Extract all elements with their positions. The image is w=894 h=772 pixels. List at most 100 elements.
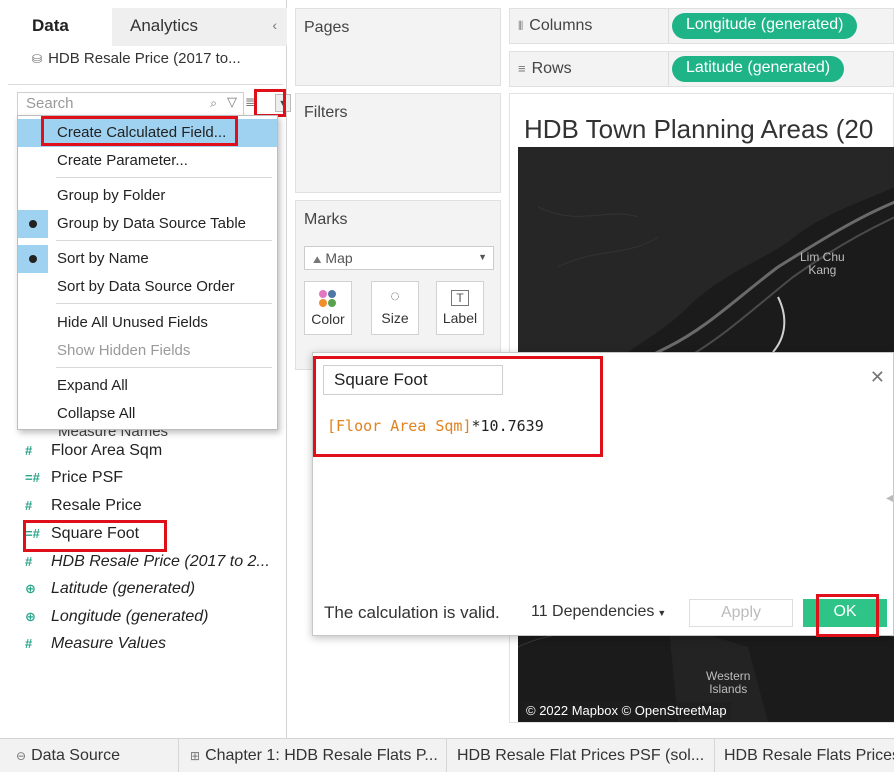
formula-expression: *10.7639 xyxy=(471,417,544,435)
menu-item-group-by-data-source-table[interactable]: Group by Data Source Table xyxy=(18,210,277,238)
tab-chapter-1[interactable]: ⊞ Chapter 1: HDB Resale Flats P... xyxy=(190,739,447,772)
menu-item-label: Sort by Data Source Order xyxy=(57,278,235,295)
formula-editor[interactable]: [Floor Area Sqm]*10.7639 xyxy=(327,417,544,435)
tab-hdb-resale-flats-prices[interactable]: HDB Resale Flats Prices xyxy=(724,739,894,772)
menu-item-sort-by-name[interactable]: Sort by Name xyxy=(18,245,277,273)
filter-icon[interactable]: ▽ xyxy=(227,94,237,110)
rows-pill-latitude[interactable]: Latitude (generated) xyxy=(672,56,845,82)
menu-item-collapse-all[interactable]: Collapse All xyxy=(18,400,277,428)
menu-separator xyxy=(56,303,272,304)
menu-item-group-by-folder[interactable]: Group by Folder xyxy=(18,182,277,210)
field-floor-area-sqm[interactable]: # Floor Area Sqm xyxy=(25,442,287,468)
filters-shelf[interactable]: Filters xyxy=(295,93,501,193)
label-button-label: Label xyxy=(442,310,478,326)
dropdown-menu-button[interactable]: ▼ xyxy=(275,94,291,112)
menu-item-expand-all[interactable]: Expand All xyxy=(18,372,277,400)
expand-arrow-icon[interactable]: ◂ xyxy=(886,489,893,506)
columns-icon: ⦀ xyxy=(518,19,524,33)
menu-item-label: Show Hidden Fields xyxy=(57,342,191,359)
pages-shelf-title: Pages xyxy=(304,19,350,36)
field-price-psf[interactable]: =# Price PSF xyxy=(25,469,287,495)
rows-icon: ≡ xyxy=(518,61,526,76)
rows-shelf[interactable]: ≡ Rows Latitude (generated) xyxy=(509,51,894,87)
menu-item-create-parameter[interactable]: Create Parameter... xyxy=(18,147,277,175)
menu-item-create-calculated-field[interactable]: Create Calculated Field... xyxy=(18,119,277,147)
data-source-item[interactable]: ⛁ HDB Resale Price (2017 to... xyxy=(8,50,283,67)
marks-card-title: Marks xyxy=(304,211,348,228)
calculated-field-dialog: Square Foot ✕ [Floor Area Sqm]*10.7639 ◂… xyxy=(312,352,894,636)
field-label: Latitude (generated) xyxy=(51,580,196,597)
size-button-label: Size xyxy=(381,310,409,326)
menu-item-label: Expand All xyxy=(57,377,128,394)
label-icon: T xyxy=(451,290,469,306)
tab-analytics[interactable]: Analytics ‹ xyxy=(112,8,287,46)
map-label-western-islands: Western Islands xyxy=(706,669,751,696)
dependencies-dropdown[interactable]: 11 Dependencies ▼ xyxy=(531,603,666,621)
calculated-measure-icon: =# xyxy=(25,470,40,485)
menu-separator xyxy=(56,177,272,178)
marks-card: Marks ⛰ Map ▼ Color ◌ Size T Label xyxy=(295,200,501,370)
data-pane: Data Analytics ‹ ⛁ HDB Resale Price (2017… xyxy=(0,0,291,738)
field-hdb-resale-price-count[interactable]: # HDB Resale Price (2017 to 2... xyxy=(25,553,287,579)
measure-icon: # xyxy=(25,443,33,458)
ok-button[interactable]: OK xyxy=(803,599,887,627)
measure-icon: # xyxy=(25,636,33,651)
mark-type-select[interactable]: ⛰ Map ▼ xyxy=(304,246,494,270)
calculation-status: The calculation is valid. xyxy=(324,603,500,622)
data-source-name: HDB Resale Price (2017 to... xyxy=(48,50,241,67)
field-label: HDB Resale Price (2017 to 2... xyxy=(51,553,270,570)
apply-button[interactable]: Apply xyxy=(689,599,793,627)
size-icon: ◌ xyxy=(390,288,400,305)
divider xyxy=(668,9,669,43)
measure-icon: # xyxy=(25,554,33,569)
chevron-down-icon: ▼ xyxy=(478,252,487,262)
collapse-pane-icon[interactable]: ‹ xyxy=(272,17,277,33)
field-latitude-generated[interactable]: ⊕ Latitude (generated) xyxy=(25,580,287,606)
tab-label: HDB Resale Flats Prices xyxy=(724,747,894,764)
close-icon[interactable]: ✕ xyxy=(870,367,885,388)
data-source-icon: ⛁ xyxy=(32,52,43,66)
menu-item-label: Collapse All xyxy=(57,405,136,422)
search-input[interactable]: Search ⌕ ▽ xyxy=(17,92,244,116)
menu-item-sort-by-data-source-order[interactable]: Sort by Data Source Order xyxy=(18,273,277,301)
field-label: Resale Price xyxy=(51,497,142,514)
field-label: Floor Area Sqm xyxy=(51,442,163,459)
calculation-name-input[interactable]: Square Foot xyxy=(323,365,503,395)
menu-item-label: Create Parameter... xyxy=(57,152,188,169)
map-label-lim-chu-kang: Lim Chu Kang xyxy=(800,250,845,277)
tab-data-source[interactable]: ⊖ Data Source xyxy=(16,739,179,772)
dependencies-label: 11 Dependencies xyxy=(531,603,655,620)
search-row: Search ⌕ ▽ ≣ ▼ xyxy=(17,92,291,116)
divider xyxy=(668,52,669,86)
columns-label: ⦀ Columns xyxy=(518,17,592,35)
tab-hdb-resale-flat-prices-psf[interactable]: HDB Resale Flat Prices PSF (sol... xyxy=(457,739,715,772)
globe-icon: ⊕ xyxy=(25,609,36,624)
field-measure-values[interactable]: # Measure Values xyxy=(25,635,287,661)
calculated-measure-icon: =# xyxy=(25,526,40,541)
rows-label-text: Rows xyxy=(531,60,572,77)
columns-shelf[interactable]: ⦀ Columns Longitude (generated) xyxy=(509,8,894,44)
menu-separator xyxy=(56,367,272,368)
field-square-foot[interactable]: =# Square Foot xyxy=(25,525,287,551)
tab-data[interactable]: Data xyxy=(8,8,112,46)
pages-shelf[interactable]: Pages xyxy=(295,8,501,86)
divider xyxy=(8,84,283,85)
field-resale-price[interactable]: # Resale Price xyxy=(25,497,287,523)
label-button[interactable]: T Label xyxy=(436,281,484,335)
field-label: Longitude (generated) xyxy=(51,608,209,625)
map-attribution[interactable]: © 2022 Mapbox © OpenStreetMap xyxy=(522,702,731,719)
menu-item-hide-all-unused-fields[interactable]: Hide All Unused Fields xyxy=(18,309,277,337)
field-label: Price PSF xyxy=(51,469,124,486)
tab-analytics-label: Analytics xyxy=(130,16,199,35)
color-button[interactable]: Color xyxy=(304,281,352,335)
chevron-down-icon: ▼ xyxy=(657,608,667,618)
menu-item-show-hidden-fields: Show Hidden Fields xyxy=(18,337,277,365)
columns-pill-longitude[interactable]: Longitude (generated) xyxy=(672,13,858,39)
list-view-icon[interactable]: ≣ xyxy=(245,95,255,109)
size-button[interactable]: ◌ Size xyxy=(371,281,419,335)
tab-label: HDB Resale Flat Prices PSF (sol... xyxy=(457,747,705,764)
measure-icon: # xyxy=(25,498,33,513)
menu-item-label: Sort by Name xyxy=(57,250,149,267)
search-icon: ⌕ xyxy=(210,96,217,110)
field-longitude-generated[interactable]: ⊕ Longitude (generated) xyxy=(25,608,287,634)
